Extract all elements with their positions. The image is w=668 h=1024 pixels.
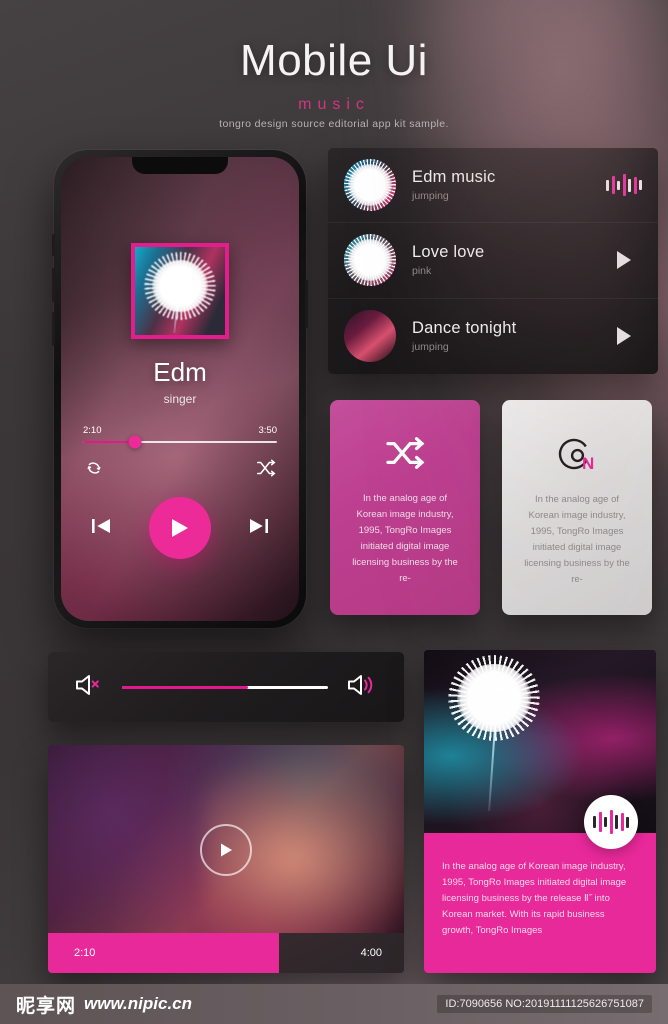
play-icon [617, 327, 631, 346]
phone-mute-switch [52, 234, 55, 256]
site-url: www.nipic.cn [84, 994, 193, 1013]
row-action[interactable] [608, 251, 640, 270]
track-artist: jumping [412, 190, 449, 203]
seek-times: 2:10 3:50 [83, 425, 277, 436]
list-item[interactable]: Love love pink [328, 223, 658, 299]
seek-section: 2:10 3:50 [83, 425, 277, 449]
page-header: Mobile Ui music tongro design source edi… [0, 0, 668, 130]
equalizer-icon [593, 810, 629, 834]
dandelion-icon [348, 239, 392, 282]
photo-card-body: In the analog age of Korean image indust… [424, 833, 656, 973]
seek-fill [83, 441, 136, 443]
volume-mute-icon[interactable] [74, 672, 104, 703]
dandelion-icon [348, 164, 392, 207]
video-progress-rest: 4:00 [279, 933, 404, 973]
skip-previous-icon[interactable] [89, 514, 115, 543]
secondary-controls [83, 457, 277, 484]
equalizer-icon [606, 174, 642, 197]
phone-screen: Edm singer 2:10 3:50 [61, 157, 299, 621]
list-item[interactable]: Dance tonight jumping [328, 299, 658, 374]
repeat-icon[interactable] [83, 457, 105, 484]
volume-up-icon[interactable] [346, 672, 378, 703]
phone-power-button [305, 280, 308, 328]
skip-next-icon[interactable] [245, 514, 271, 543]
track-meta: Love love pink [412, 243, 608, 277]
track-meta: Dance tonight jumping [412, 319, 608, 353]
current-time: 2:10 [83, 425, 102, 436]
play-icon [172, 519, 188, 537]
photo-card-text: In the analog age of Korean image indust… [442, 861, 627, 936]
track-thumbnail [344, 234, 396, 287]
phone-notch [132, 157, 228, 174]
total-time: 3:50 [258, 425, 278, 436]
svg-text:N: N [582, 454, 594, 473]
card-text: In the analog age of Korean image indust… [352, 493, 458, 584]
seek-handle[interactable] [128, 435, 142, 449]
page-subtitle: music [298, 96, 370, 113]
playlist-panel: Edm music jumping Love love pink Dance t… [328, 148, 658, 374]
track-artist: jumping [412, 341, 449, 354]
track-artist: singer [163, 392, 197, 406]
shuffle-icon [384, 436, 426, 475]
row-action[interactable] [608, 327, 640, 346]
video-player[interactable]: 2:10 4:00 [48, 745, 404, 973]
play-circle-icon[interactable] [200, 823, 252, 876]
list-item[interactable]: Edm music jumping [328, 148, 658, 224]
row-action[interactable] [606, 174, 642, 197]
footer-bar: 昵享网 www.nipic.cn ID:7090656 NO:201911111… [0, 984, 668, 1024]
shuffle-icon[interactable] [255, 457, 277, 484]
track-title: Edm [153, 357, 207, 387]
info-card-shuffle[interactable]: In the analog age of Korean image indust… [330, 400, 480, 615]
site-logo: 昵享网 [16, 994, 77, 1017]
page-title: Mobile Ui [240, 36, 428, 85]
album-art [131, 243, 229, 339]
track-title: Love love [412, 243, 485, 262]
phone-volume-down-button [52, 312, 55, 346]
track-meta: Edm music jumping [412, 168, 608, 202]
info-card-on[interactable]: N In the analog age of Korean image indu… [502, 400, 652, 615]
track-title: Edm music [412, 168, 496, 187]
image-id-badge: ID:7090656 NO:20191111125626751087 [437, 995, 652, 1013]
track-thumbnail [344, 310, 396, 363]
dandelion-icon [152, 259, 208, 312]
video-current-time: 2:10 [74, 947, 96, 959]
video-total-time: 4:00 [360, 947, 382, 959]
dandelion-icon [456, 663, 531, 732]
play-button[interactable] [149, 497, 211, 559]
video-progress-fill: 2:10 [48, 933, 280, 973]
volume-fill [122, 685, 248, 689]
volume-slider[interactable] [122, 685, 328, 689]
on-disc-icon: N [554, 436, 600, 476]
page-description: tongro design source editorial app kit s… [219, 118, 449, 130]
card-text: In the analog age of Korean image indust… [524, 494, 630, 585]
video-progress-bar[interactable]: 2:10 4:00 [48, 933, 404, 973]
playback-controls [61, 497, 299, 559]
phone-mockup: Edm singer 2:10 3:50 [52, 150, 308, 628]
equalizer-badge[interactable] [584, 795, 638, 849]
volume-panel [48, 652, 404, 722]
track-title: Dance tonight [412, 319, 517, 338]
phone-volume-up-button [52, 268, 55, 302]
track-thumbnail [344, 159, 396, 212]
track-artist: pink [412, 265, 432, 278]
photo-info-card[interactable]: In the analog age of Korean image indust… [424, 650, 656, 973]
seek-slider[interactable] [83, 435, 277, 449]
poster-canvas: Mobile Ui music tongro design source edi… [0, 0, 668, 1024]
play-icon [617, 251, 631, 270]
